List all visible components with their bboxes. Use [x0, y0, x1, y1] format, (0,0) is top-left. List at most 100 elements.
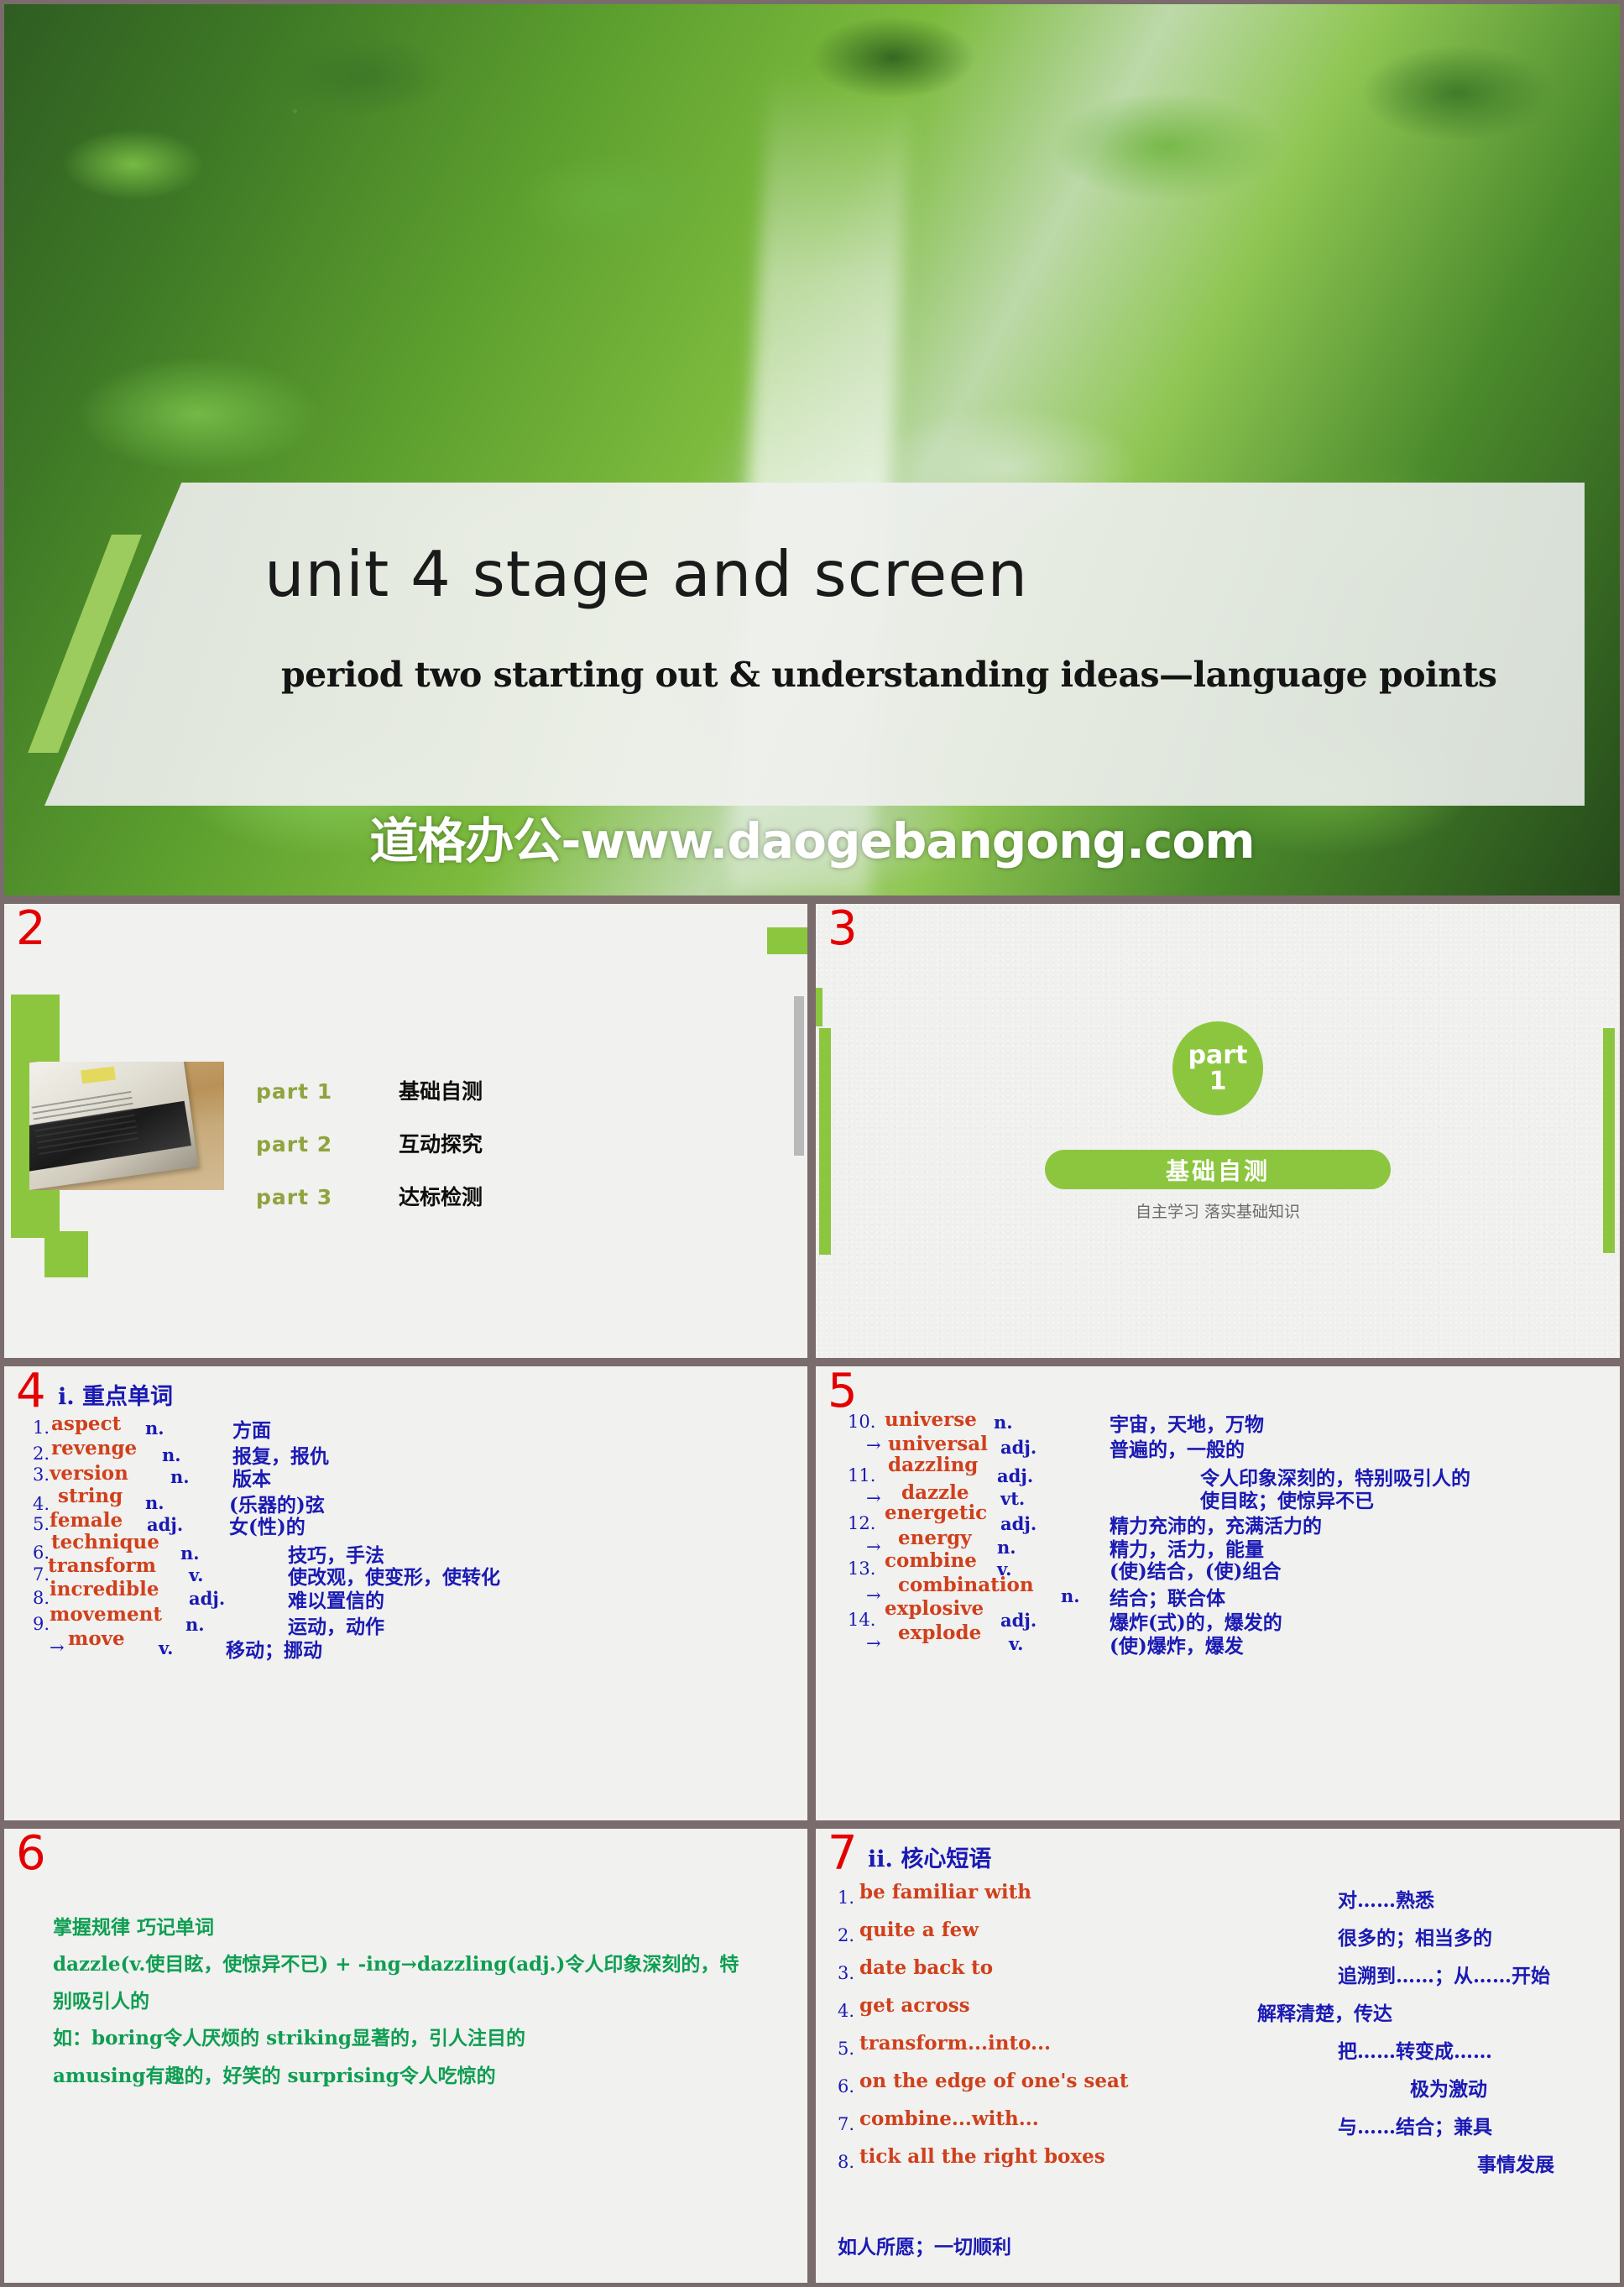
- phrase-row: 6. on the edge of one's seat 极为激动: [838, 2066, 1610, 2104]
- slide-number-badge: 4: [16, 1364, 46, 1418]
- phrase-meaning: 追溯到……；从……开始: [1338, 1965, 1550, 1987]
- title-banner-shape: [44, 483, 1585, 806]
- vocabulary-row: 9. movement n. 运动，动作: [21, 1602, 799, 1638]
- slide-7[interactable]: 7 ⅱ. 核心短语 1. be familiar with 对……熟悉 2. quite…: [812, 1825, 1624, 2287]
- slide-5[interactable]: 5 10. universe n. 宇宙，天地，万物 → universal adj. 普遍的…: [812, 1362, 1624, 1825]
- phrase-english: quite a few: [859, 1919, 979, 1941]
- contents-list: part 1 基础自测 part 2 互动探究 part 3 达标检测: [256, 1075, 483, 1234]
- phrase-row: 2. quite a few 很多的；相当多的: [838, 1915, 1610, 1953]
- vocabulary-word: female: [50, 1508, 123, 1532]
- part-of-speech: v.: [159, 1637, 174, 1658]
- vocabulary-row: → universal adj. 普遍的，一般的: [833, 1430, 1611, 1461]
- phrase-index: 3.: [838, 1963, 855, 1983]
- green-bar-left-top: [816, 988, 822, 1026]
- part-number-label: part 2: [256, 1132, 333, 1157]
- phrase-row: 1. be familiar with 对……熟悉: [838, 1877, 1610, 1915]
- part-title-label: 基础自测: [399, 1079, 483, 1104]
- vocabulary-word: transform: [48, 1554, 157, 1578]
- vocabulary-word: universe: [885, 1408, 977, 1431]
- phrase-row: 5. transform...into... 把……转变成……: [838, 2029, 1610, 2066]
- phrase-index: 1.: [838, 1888, 855, 1908]
- word-formation-tip: 掌握规律 巧记单词 dazzle(v.使目眩，使惊异不已) + -ing→dazz…: [53, 1909, 774, 2095]
- phrase-extra-meaning: 如人所愿；一切顺利: [838, 2236, 1011, 2258]
- tip-line: 别吸引人的: [53, 1990, 149, 2013]
- part-badge-ellipse: part 1: [1172, 1021, 1263, 1115]
- phrase-meaning: 极为激动: [1410, 2078, 1487, 2101]
- vocabulary-row: 6. technique n. 技巧，手法: [21, 1531, 799, 1567]
- section-title-pill: 基础自测: [1045, 1150, 1391, 1189]
- phrase-row: 7. combine...with... 与……结合；兼具: [838, 2104, 1610, 2142]
- slide-grid: 2 part 1 基础自测 part 2 互动探究 part 3 达标检测 3 …: [0, 900, 1624, 2287]
- tip-line: dazzle(v.使目眩，使惊异不已) + -ing→dazzling(adj.…: [53, 1953, 739, 1976]
- part-title-label: 达标检测: [399, 1185, 483, 1209]
- vocabulary-row: → explode v. (使)爆炸，爆发: [833, 1620, 1611, 1658]
- vocabulary-word: combine: [885, 1549, 977, 1573]
- phrase-english: be familiar with: [859, 1881, 1031, 1903]
- phrase-english: date back to: [859, 1956, 994, 1979]
- vocabulary-row: 14. explosive adj. 爆炸(式)的，爆发的: [833, 1596, 1611, 1634]
- slide-number-badge: 3: [828, 901, 858, 956]
- list-item[interactable]: part 1 基础自测: [256, 1075, 483, 1105]
- vocabulary-list: 10. universe n. 宇宙，天地，万物 → universal adj. 普遍的，一…: [833, 1407, 1611, 1658]
- title-slide[interactable]: unit 4 stage and screen period two start…: [0, 0, 1624, 900]
- vocabulary-word: revenge: [51, 1437, 138, 1460]
- phrase-index: 6.: [838, 2076, 855, 2096]
- phrase-english: on the edge of one's seat: [859, 2070, 1129, 2092]
- phrase-index: 8.: [838, 2152, 855, 2172]
- slide-4[interactable]: 4 ⅰ. 重点单词 1. aspect n. 方面 2. revenge n. 报复，报仇 3.…: [0, 1362, 812, 1825]
- vocabulary-word: aspect: [51, 1412, 122, 1435]
- vocabulary-row: → move v. 移动；挪动: [21, 1626, 799, 1662]
- slide-thumbnail-page: unit 4 stage and screen period two start…: [0, 0, 1624, 2287]
- vocabulary-index: →: [866, 1435, 881, 1456]
- phrase-index: 5.: [838, 2039, 855, 2059]
- vocabulary-index: →: [50, 1637, 65, 1658]
- phrase-meaning: 很多的；相当多的: [1338, 1927, 1492, 1950]
- vocabulary-word: string: [58, 1484, 123, 1507]
- vocabulary-row: 2. revenge n. 报复，报仇: [21, 1436, 799, 1468]
- part-number-label: part 3: [256, 1185, 333, 1209]
- vocabulary-row: 1. aspect n. 方面: [21, 1412, 799, 1442]
- vocabulary-word: explode: [898, 1621, 982, 1644]
- slide-number-badge: 2: [16, 901, 46, 956]
- phrase-row: 3. date back to 追溯到……；从……开始: [838, 1953, 1610, 1991]
- phrase-english: get across: [859, 1994, 970, 2017]
- slide-number-badge: 5: [828, 1364, 858, 1418]
- vocabulary-definition: 移动；挪动: [226, 1638, 322, 1662]
- slide-3[interactable]: 3 part 1 基础自测 自主学习 落实基础知识: [812, 900, 1624, 1362]
- vocabulary-word: dazzle: [901, 1480, 969, 1504]
- vocabulary-word: combination: [898, 1574, 1034, 1597]
- phrase-english: combine...with...: [859, 2107, 1039, 2130]
- phrase-index: 4.: [838, 2001, 855, 2021]
- phrase-english: tick all the right boxes: [859, 2145, 1105, 2168]
- vocabulary-row: 5. female adj. 女(性)的: [21, 1507, 799, 1538]
- vocabulary-row: 12. energetic adj. 精力充沛的，充满活力的: [833, 1501, 1611, 1538]
- tip-line: 掌握规律 巧记单词: [53, 1916, 215, 1939]
- tip-line: 如：boring令人厌烦的 striking显著的，引人注目的: [53, 2027, 525, 2050]
- vocabulary-index: 3.: [33, 1465, 50, 1486]
- phrase-list: 1. be familiar with 对……熟悉 2. quite a few 很多的；…: [838, 1877, 1610, 2180]
- vocabulary-index: 1.: [33, 1418, 50, 1438]
- green-square-right: [767, 927, 807, 954]
- vocabulary-row: 7. transform v. 使改观，使变形，使转化: [21, 1554, 799, 1589]
- vocabulary-word: explosive: [885, 1596, 984, 1620]
- slide-6[interactable]: 6 掌握规律 巧记单词 dazzle(v.使目眩，使惊异不已) + -ing→da…: [0, 1825, 812, 2287]
- phrase-meaning: 把……转变成……: [1338, 2040, 1492, 2063]
- part-of-speech: v.: [1009, 1632, 1024, 1654]
- phrase-index: 7.: [838, 2114, 855, 2134]
- vocabulary-index: →: [866, 1632, 881, 1653]
- phrase-row: 8. tick all the right boxes 事情发展: [838, 2142, 1610, 2180]
- phrase-meaning: 与……结合；兼具: [1338, 2116, 1492, 2138]
- slide-2[interactable]: 2 part 1 基础自测 part 2 互动探究 part 3 达标检测: [0, 900, 812, 1362]
- phrase-meaning: 对……熟悉: [1338, 1889, 1434, 1912]
- green-square-lower: [44, 1231, 88, 1277]
- vocabulary-row: → energy n. 精力，活力，能量: [833, 1525, 1611, 1561]
- vocabulary-row: 4. string n. (乐器的)弦: [21, 1484, 799, 1517]
- section-heading: ⅰ. 重点单词: [58, 1384, 174, 1410]
- vocabulary-word: energetic: [885, 1501, 988, 1524]
- part-badge-word: part: [1188, 1040, 1248, 1070]
- phrase-meaning: 解释清楚，传达: [1257, 2002, 1392, 2025]
- list-item[interactable]: part 3 达标检测: [256, 1181, 483, 1211]
- vocabulary-word: incredible: [50, 1578, 159, 1601]
- vocabulary-row: 13. combine v. (使)结合，(使)组合: [833, 1548, 1611, 1583]
- list-item[interactable]: part 2 互动探究: [256, 1128, 483, 1158]
